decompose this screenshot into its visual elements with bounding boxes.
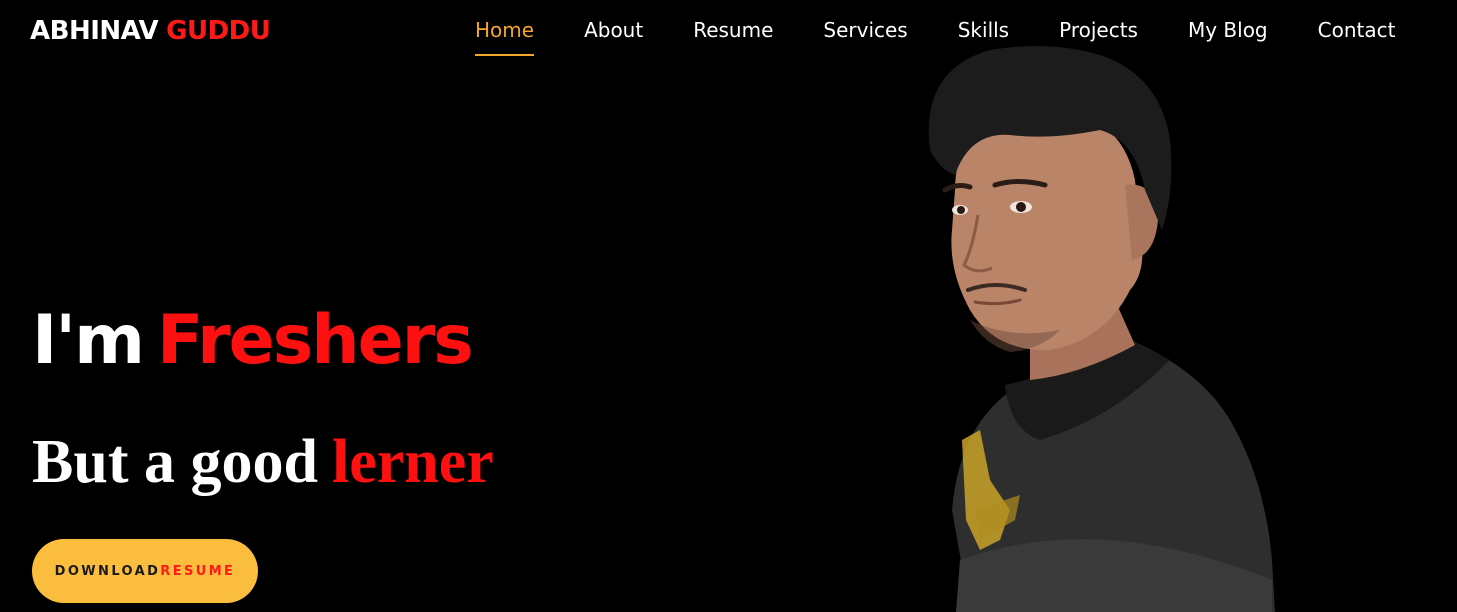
nav-resume[interactable]: Resume bbox=[693, 16, 773, 50]
download-label: DOWNLOAD bbox=[54, 563, 161, 579]
site-logo[interactable]: ABHINAV GUDDU bbox=[30, 14, 271, 48]
page: ABHINAV GUDDU Home About Resume Services … bbox=[0, 0, 1457, 612]
nav-about[interactable]: About bbox=[584, 16, 643, 50]
hero-title-lead: I'm bbox=[32, 301, 145, 380]
hero-title-accent: Freshers bbox=[156, 301, 474, 380]
logo-first-name: ABHINAV bbox=[30, 16, 159, 46]
download-resume-button[interactable]: DOWNLOAD RESUME bbox=[32, 539, 258, 603]
resume-label: RESUME bbox=[160, 563, 236, 579]
nav-services[interactable]: Services bbox=[823, 16, 907, 50]
hero-subtitle: But a good lerner bbox=[32, 422, 494, 502]
nav-home[interactable]: Home bbox=[475, 16, 535, 56]
portrait-image bbox=[928, 46, 1275, 612]
nav-contact[interactable]: Contact bbox=[1318, 16, 1396, 50]
face-shape bbox=[951, 109, 1143, 351]
logo-last-name: GUDDU bbox=[166, 16, 271, 46]
hero-subtitle-accent: lerner bbox=[331, 428, 494, 496]
hero-title: I'm Freshers bbox=[32, 298, 474, 384]
hero-subtitle-lead: But a good bbox=[32, 428, 318, 496]
